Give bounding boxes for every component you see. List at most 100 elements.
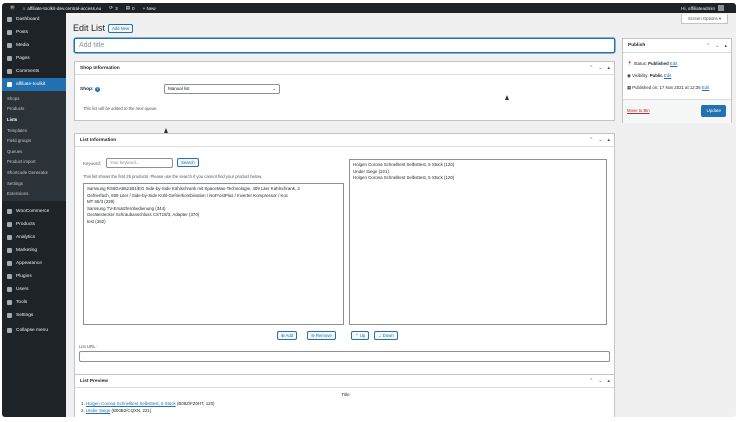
toggle-arrow-icon[interactable]: ▴ xyxy=(607,65,610,71)
title-input[interactable]: Add title xyxy=(74,38,615,53)
preview-row-link[interactable]: Holgen Corona Schnelltest Selbsttest, 5 … xyxy=(86,401,176,406)
keyword-label: Keyword: xyxy=(83,161,101,166)
sidebar-item-comments[interactable]: Comments xyxy=(2,65,66,78)
list-information-box: List Information ⌃ ⌄ ▴ Keyword: Your keywo… xyxy=(74,128,615,375)
submenu-item-lists[interactable]: Lists xyxy=(2,114,66,125)
chevron-up-icon[interactable]: ⌃ xyxy=(589,137,593,143)
toggle-arrow-icon[interactable]: ▴ xyxy=(607,137,610,143)
site-name-link[interactable]: ⌂ affiliate-toolkit-dev.central-access.eu xyxy=(21,6,102,11)
sidebar-item-dashboard[interactable]: Dashboard xyxy=(2,13,66,26)
sidebar-item-collapse-menu[interactable]: Collapse menu xyxy=(2,324,66,337)
avatar[interactable] xyxy=(718,5,724,11)
sidebar-item-label: affiliate-toolkit xyxy=(16,82,46,87)
box-title: Publish xyxy=(628,43,646,48)
result-item[interactable]: test (382) xyxy=(87,219,340,226)
move-to-bin-link[interactable]: Move to Bin xyxy=(627,108,650,113)
preview-row: 1. Holgen Corona Schnelltest Selbsttest,… xyxy=(81,400,215,407)
sidebar-item-marketing[interactable]: Marketing xyxy=(2,244,66,257)
chevron-up-icon[interactable]: ⌃ xyxy=(589,378,593,384)
move-up-button[interactable]: ⌃ Up xyxy=(351,331,370,340)
add-new-button[interactable]: Add New xyxy=(108,24,133,33)
sidebar-item-label: Pages xyxy=(16,56,30,61)
sidebar-item-pages[interactable]: Pages xyxy=(2,52,66,65)
media-icon xyxy=(7,43,12,48)
preview-row-link[interactable]: Under Siege xyxy=(86,408,110,413)
selected-item[interactable]: Holgen Corona Schnelltest Selbsttest, 5 … xyxy=(353,175,603,182)
chevron-up-icon[interactable]: ⌃ xyxy=(589,65,593,71)
submenu-item-extensions[interactable]: Extensions xyxy=(2,188,66,199)
dashboard-icon xyxy=(7,17,12,22)
selected-products-list[interactable]: Holgen Corona Schnelltest Selbsttest, 5 … xyxy=(349,159,607,325)
submenu-item-shortcode-generator[interactable]: Shortcode Generator xyxy=(2,167,66,178)
sidebar-item-label: Collapse menu xyxy=(16,327,48,333)
search-results-list[interactable]: Samsung RS6GA8521B1/EG Side-by-Side Kühl… xyxy=(83,183,344,325)
users-icon xyxy=(7,286,12,292)
submenu-item-templates[interactable]: Templates xyxy=(2,125,66,136)
submenu-item-shops[interactable]: Shops xyxy=(2,93,66,104)
submenu-item-products[interactable]: Products xyxy=(2,104,66,115)
list-url-field[interactable] xyxy=(79,351,610,362)
sidebar-item-tools[interactable]: Tools xyxy=(2,296,66,309)
update-button[interactable]: Update xyxy=(701,105,726,117)
sidebar-item-label: Dashboard xyxy=(16,17,40,22)
box-title: List Information xyxy=(80,137,117,143)
list-preview-header[interactable]: List Preview ⌃ ⌄ ▴ xyxy=(75,375,614,388)
add-button[interactable]: ⊕ Add xyxy=(277,331,298,340)
shop-select[interactable]: Manual list ⌄ xyxy=(164,84,280,94)
account-greeting[interactable]: Hi, affiliateadmin xyxy=(681,6,715,11)
sidebar-item-label: Users xyxy=(16,286,29,292)
wordpress-logo-icon[interactable]: Ⓦ xyxy=(8,5,15,11)
comments-link[interactable]: ▤ 0 xyxy=(124,5,135,11)
help-icon[interactable]: ? xyxy=(94,87,100,92)
admin-bar: Ⓦ ⌂ affiliate-toolkit-dev.central-access.… xyxy=(2,3,736,13)
updates-link[interactable]: ⟳ 3 xyxy=(107,5,117,11)
sidebar-item-woocommerce[interactable]: WooCommerce xyxy=(2,205,66,218)
sidebar-item-label: Media xyxy=(16,43,30,48)
submenu-item-queues[interactable]: Queues xyxy=(2,146,66,157)
keyword-input[interactable]: Your keyword... xyxy=(106,158,173,168)
chevron-down-icon[interactable]: ⌄ xyxy=(598,65,602,71)
chevron-down-icon[interactable]: ⌄ xyxy=(715,43,719,49)
chevron-down-icon[interactable]: ⌄ xyxy=(598,137,602,143)
visibility-edit-link[interactable]: Edit xyxy=(664,73,671,78)
submenu-item-field-groups[interactable]: Field groups xyxy=(2,135,66,146)
list-url-label: List URL: xyxy=(79,344,97,349)
brush-icon xyxy=(7,260,12,266)
sidebar-item-plugins[interactable]: Plugins xyxy=(2,270,66,283)
remove-button[interactable]: ⊖ Remove xyxy=(307,331,336,340)
search-button[interactable]: Search xyxy=(177,158,199,167)
sidebar-item-analytics[interactable]: Analytics xyxy=(2,231,66,244)
list-information-header[interactable]: List Information ⌃ ⌄ ▴ xyxy=(75,134,614,147)
toggle-arrow-icon[interactable]: ▴ xyxy=(724,43,727,49)
sidebar-item-users[interactable]: Users xyxy=(2,283,66,296)
comment-icon xyxy=(7,69,12,74)
sidebar-item-settings[interactable]: Settings xyxy=(2,309,66,322)
box-title: List Preview xyxy=(80,378,108,384)
pin-icon: 📍 xyxy=(627,61,633,66)
publish-header[interactable]: Publish ⌃ ⌄ ▴ xyxy=(623,39,731,53)
sidebar-item-affiliate-toolkit[interactable]: affiliate-toolkit xyxy=(2,78,66,91)
sidebar-item-appearance[interactable]: Appearance xyxy=(2,257,66,270)
sidebar-item-media[interactable]: Media xyxy=(2,39,66,52)
page-icon xyxy=(7,56,12,61)
status-edit-link[interactable]: Edit xyxy=(670,61,677,66)
submenu-item-settings[interactable]: Settings xyxy=(2,178,66,189)
move-down-button[interactable]: ⌄ Down xyxy=(374,331,398,340)
sidebar-item-label: Marketing xyxy=(16,247,38,253)
new-content-link[interactable]: + New xyxy=(141,6,156,11)
list-hint: This list shows the first 25 products. P… xyxy=(83,174,263,179)
toggle-arrow-icon[interactable]: ▴ xyxy=(607,378,610,384)
sidebar-item-label: WooCommerce xyxy=(16,208,50,214)
wrench-icon xyxy=(7,299,12,305)
submenu-item-product-import[interactable]: Product import xyxy=(2,157,66,168)
queue-note: This list will be added to the next queu… xyxy=(83,106,158,111)
screen-options-button[interactable]: Screen Options ▾ xyxy=(681,14,728,24)
collapse-icon xyxy=(7,327,12,333)
chevron-down-icon[interactable]: ⌄ xyxy=(598,378,602,384)
preview-column-title: Title xyxy=(341,392,350,397)
sidebar-item-products[interactable]: Products xyxy=(2,218,66,231)
sidebar-item-posts[interactable]: Posts xyxy=(2,26,66,39)
chevron-up-icon[interactable]: ⌃ xyxy=(706,43,710,49)
published-edit-link[interactable]: Edit xyxy=(702,85,709,90)
shop-information-header[interactable]: Shop Information ⌃ ⌄ ▴ xyxy=(75,62,614,75)
